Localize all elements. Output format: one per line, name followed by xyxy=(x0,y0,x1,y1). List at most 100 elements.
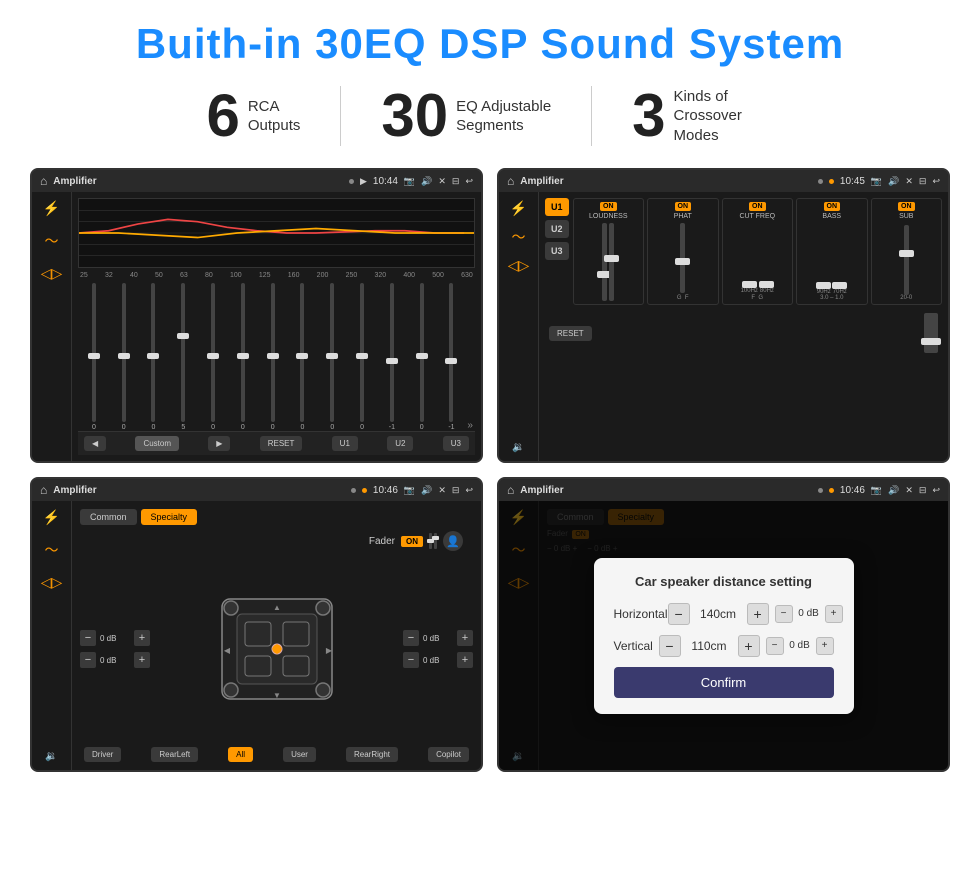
db-plus-tl[interactable]: + xyxy=(134,630,150,646)
status-dot-4 xyxy=(818,488,823,493)
db-plus-br[interactable]: + xyxy=(457,652,473,668)
slider-12: 0 xyxy=(408,283,436,431)
sub-track[interactable] xyxy=(904,225,909,295)
play-btn[interactable]: ▶ xyxy=(208,436,230,451)
loudness-track-1[interactable] xyxy=(602,223,607,301)
db-minus-bl[interactable]: − xyxy=(80,652,96,668)
horizontal-plus[interactable]: + xyxy=(747,603,769,625)
amp-icon-3[interactable]: ◁▷ xyxy=(508,257,530,274)
eq-sidebar-icon-1[interactable]: ⚡ xyxy=(43,200,60,217)
u2-btn[interactable]: U2 xyxy=(387,436,413,451)
db-minus-br[interactable]: − xyxy=(403,652,419,668)
screen4-time: 10:46 xyxy=(840,485,865,496)
back-icon-1[interactable]: ↩ xyxy=(465,176,473,187)
screen4-status-bar: ⌂ Amplifier 10:46 📷 🔊 ✕ ⊟ ↩ xyxy=(499,479,948,501)
db-val-tr: 0 dB xyxy=(423,634,453,643)
vertical-plus[interactable]: + xyxy=(738,635,760,657)
driver-btn[interactable]: Driver xyxy=(84,747,121,762)
screen2-app-name: Amplifier xyxy=(520,176,812,187)
cam-icon-2: 📷 xyxy=(871,176,882,187)
stat-eq-label: EQ AdjustableSegments xyxy=(456,97,551,136)
prev-btn[interactable]: ◀ xyxy=(84,436,106,451)
db-row-tl: − 0 dB + xyxy=(80,630,150,646)
vol-icon-4: 🔊 xyxy=(888,485,899,496)
u3-btn[interactable]: U3 xyxy=(443,436,469,451)
preset-u3[interactable]: U3 xyxy=(545,242,569,260)
amp2-reset[interactable]: RESET xyxy=(549,326,592,341)
screen3-fader: ⌂ Amplifier 10:46 📷 🔊 ✕ ⊟ ↩ ⚡ 〜 ◁▷ 🔉 xyxy=(30,477,483,772)
stats-row: 6 RCAOutputs 30 EQ AdjustableSegments 3 … xyxy=(30,86,950,146)
camera-icon-1: 📷 xyxy=(404,176,415,187)
rearright-btn[interactable]: RearRight xyxy=(346,747,398,762)
cutfreq-control: ON CUT FREQ 100Hz xyxy=(722,198,794,305)
eq-sidebar-icon-3[interactable]: ◁▷ xyxy=(41,265,63,282)
eq-screen-content: ⚡ 〜 ◁▷ xyxy=(32,192,481,461)
dialog-screen-content: ⚡ 〜 ◁▷ 🔉 Common Specialty Fader ON − 0 d… xyxy=(499,501,948,770)
sub-on[interactable]: ON xyxy=(898,202,915,211)
play-icon-1: ▶ xyxy=(360,176,367,187)
svg-text:▶: ▶ xyxy=(325,646,332,655)
v-db-minus[interactable]: − xyxy=(766,637,784,655)
db-minus-tl[interactable]: − xyxy=(80,630,96,646)
bottom-v-track[interactable] xyxy=(924,313,938,353)
db-plus-bl[interactable]: + xyxy=(134,652,150,668)
x-icon-4: ✕ xyxy=(905,485,913,496)
fader-common-tab[interactable]: Common xyxy=(80,509,137,525)
preset-u2[interactable]: U2 xyxy=(545,220,569,238)
fader-icon-2[interactable]: 〜 xyxy=(45,540,59,560)
back-icon-2[interactable]: ↩ xyxy=(932,176,940,187)
vertical-minus[interactable]: − xyxy=(659,635,681,657)
back-icon-4[interactable]: ↩ xyxy=(932,485,940,496)
freq-labels: 25 32 40 50 63 80 100 125 160 200 250 32… xyxy=(78,272,475,279)
fader-specialty-tab[interactable]: Specialty xyxy=(141,509,198,525)
bass-on[interactable]: ON xyxy=(824,202,841,211)
user-btn[interactable]: User xyxy=(283,747,316,762)
u1-btn[interactable]: U1 xyxy=(332,436,358,451)
cutfreq-on[interactable]: ON xyxy=(749,202,766,211)
cam-icon-3: 📷 xyxy=(404,485,415,496)
sub-control: ON SUB 20-0 xyxy=(871,198,942,305)
vertical-db-control: − 0 dB + xyxy=(766,637,834,655)
amp-icon-2[interactable]: 〜 xyxy=(512,227,526,247)
reset-btn[interactable]: RESET xyxy=(260,436,303,451)
fader-on-badge[interactable]: ON xyxy=(401,536,423,547)
bass-control: ON BASS 90Hz xyxy=(796,198,868,305)
min-icon-1: ⊟ xyxy=(452,176,460,187)
loudness-on[interactable]: ON xyxy=(600,202,617,211)
home-icon-3[interactable]: ⌂ xyxy=(40,483,47,497)
more-icon[interactable]: » xyxy=(467,420,473,431)
preset-u1[interactable]: U1 xyxy=(545,198,569,216)
phat-on[interactable]: ON xyxy=(675,202,692,211)
home-icon-4[interactable]: ⌂ xyxy=(507,483,514,497)
custom-btn[interactable]: Custom xyxy=(135,436,179,451)
h-db-plus[interactable]: + xyxy=(825,605,843,623)
eq-sliders-row: 0 0 0 5 0 0 0 0 0 0 -1 0 -1 » xyxy=(78,283,475,431)
amp-icon-1[interactable]: ⚡ xyxy=(510,200,527,217)
fader-icon-3[interactable]: ◁▷ xyxy=(41,574,63,591)
v-db-plus[interactable]: + xyxy=(816,637,834,655)
screen2-status-bar: ⌂ Amplifier 10:45 📷 🔊 ✕ ⊟ ↩ xyxy=(499,170,948,192)
back-icon-3[interactable]: ↩ xyxy=(465,485,473,496)
db-minus-tr[interactable]: − xyxy=(403,630,419,646)
db-val-br: 0 dB xyxy=(423,656,453,665)
horizontal-minus[interactable]: − xyxy=(668,603,690,625)
h-db-minus[interactable]: − xyxy=(775,605,793,623)
fader-icon-1[interactable]: ⚡ xyxy=(43,509,60,526)
phat-track[interactable] xyxy=(680,223,685,293)
fader-left-sidebar: ⚡ 〜 ◁▷ 🔉 xyxy=(32,501,72,770)
main-title: Buith-in 30EQ DSP Sound System xyxy=(30,20,950,68)
screen1-eq: ⌂ Amplifier ▶ 10:44 📷 🔊 ✕ ⊟ ↩ ⚡ 〜 ◁▷ xyxy=(30,168,483,463)
screen1-status-bar: ⌂ Amplifier ▶ 10:44 📷 🔊 ✕ ⊟ ↩ xyxy=(32,170,481,192)
db-plus-tr[interactable]: + xyxy=(457,630,473,646)
copilot-btn[interactable]: Copilot xyxy=(428,747,469,762)
rearleft-btn[interactable]: RearLeft xyxy=(151,747,198,762)
fader-vol-icon[interactable]: 🔉 xyxy=(45,751,57,762)
home-icon-2[interactable]: ⌂ xyxy=(507,174,514,188)
eq-sidebar-icon-2[interactable]: 〜 xyxy=(45,231,59,251)
confirm-button[interactable]: Confirm xyxy=(614,667,834,698)
loudness-track-2[interactable] xyxy=(609,223,614,301)
all-btn[interactable]: All xyxy=(228,747,253,762)
volume-down-icon[interactable]: 🔉 xyxy=(512,442,524,453)
person-icon[interactable]: 👤 xyxy=(443,531,463,551)
home-icon-1[interactable]: ⌂ xyxy=(40,174,47,188)
